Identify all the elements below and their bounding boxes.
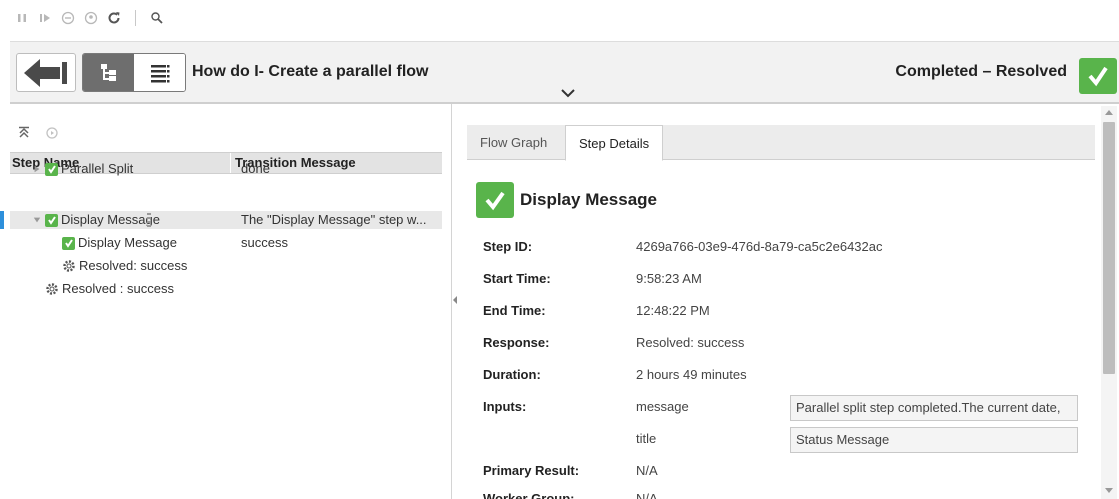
- step-name: Display Message: [61, 212, 160, 227]
- worker-group-label: Worker Group:: [483, 491, 575, 499]
- end-time-label: End Time:: [483, 303, 546, 318]
- scroll-thumb[interactable]: [1103, 122, 1115, 374]
- flow-header: How do I- Create a parallel flow Complet…: [10, 41, 1119, 104]
- tree-tools: [16, 125, 60, 141]
- start-time-value: 9:58:23 AM: [636, 271, 702, 286]
- tree-row-resolved[interactable]: Resolved : success: [10, 280, 442, 298]
- step-header: Display Message: [476, 182, 657, 218]
- duration-value: 2 hours 49 minutes: [636, 367, 747, 382]
- back-button[interactable]: [16, 53, 76, 92]
- primary-result-value: N/A: [636, 463, 658, 478]
- success-check-icon: [45, 213, 58, 227]
- step-name: Resolved: success: [79, 258, 188, 273]
- transition-message: done: [241, 161, 270, 176]
- tree-view-button[interactable]: [83, 54, 134, 91]
- resume-icon[interactable]: [37, 10, 53, 26]
- tree-row-display-message-child[interactable]: Display Message success: [10, 234, 442, 252]
- collapse-all-icon[interactable]: [16, 125, 32, 141]
- end-time-value: 12:48:22 PM: [636, 303, 710, 318]
- input-name: message: [636, 399, 689, 414]
- step-title: Display Message: [520, 190, 658, 209]
- tree-view-icon: [100, 63, 116, 81]
- gear-icon: [45, 282, 59, 296]
- success-check-icon: [62, 236, 75, 250]
- transition-message: The "Display Message" step w...: [241, 212, 427, 227]
- list-view-icon: [150, 64, 169, 82]
- step-id-value: 4269a766-03e9-476d-8a79-ca5c2e6432ac: [636, 239, 883, 254]
- start-time-label: Start Time:: [483, 271, 551, 286]
- step-details-panel: Flow Graph Step Details Display Message …: [467, 125, 1095, 499]
- response-value: Resolved: success: [636, 335, 745, 350]
- list-view-button[interactable]: [134, 54, 185, 91]
- refresh-icon[interactable]: [106, 10, 122, 26]
- view-toggle-group: [82, 53, 186, 92]
- duration-label: Duration:: [483, 367, 541, 382]
- worker-group-value: N/A: [636, 491, 658, 499]
- step-name: Parallel Split: [61, 161, 134, 176]
- back-arrow-icon: [24, 58, 67, 87]
- scroll-up-icon[interactable]: [1105, 110, 1113, 115]
- tree-row-display-message[interactable]: Display Message The "Display Message" st…: [0, 211, 442, 229]
- input-name: title: [636, 431, 657, 446]
- step-success-icon: [476, 182, 514, 218]
- scroll-down-icon[interactable]: [1105, 488, 1113, 493]
- transition-message: success: [241, 235, 288, 250]
- gear-icon: [62, 259, 76, 273]
- toolbar-separator: [135, 10, 136, 26]
- tree-row-resolved-child[interactable]: Resolved: success: [10, 257, 442, 275]
- tab-step-details[interactable]: Step Details: [565, 125, 664, 161]
- step-name: Resolved : success: [62, 281, 174, 296]
- details-tabs: Flow Graph Step Details: [467, 125, 1095, 161]
- sync-icon[interactable]: [44, 125, 60, 141]
- details-scrollbar[interactable]: [1101, 106, 1117, 499]
- flow-title: How do I- Create a parallel flow: [192, 63, 429, 80]
- tab-flow-graph[interactable]: Flow Graph: [467, 125, 560, 160]
- top-toolbar: [0, 0, 1119, 36]
- collapse-panel-icon[interactable]: [452, 294, 458, 306]
- inputs-label: Inputs:: [483, 399, 527, 414]
- collapse-arrow-icon[interactable]: [32, 215, 42, 225]
- input-value-field[interactable]: Parallel split step completed.The curren…: [790, 395, 1078, 421]
- reassign-icon[interactable]: [83, 10, 99, 26]
- success-check-icon: [45, 162, 58, 176]
- expand-arrow-icon[interactable]: [32, 164, 42, 174]
- drill-down-icon[interactable]: [149, 10, 165, 26]
- drag-handle-icon[interactable]: [147, 213, 151, 227]
- step-name: Display Message: [78, 235, 177, 250]
- input-value-field[interactable]: Status Message: [790, 427, 1078, 453]
- step-id-label: Step ID:: [483, 239, 533, 254]
- cancel-icon[interactable]: [60, 10, 76, 26]
- primary-result-label: Primary Result:: [483, 463, 580, 478]
- status-check-icon: [1079, 58, 1117, 94]
- tree-row-parallel-split[interactable]: Parallel Split done: [10, 160, 442, 178]
- flow-status: Completed – Resolved: [895, 63, 1067, 80]
- pause-icon[interactable]: [14, 10, 30, 26]
- chevron-down-icon[interactable]: [560, 87, 576, 99]
- response-label: Response:: [483, 335, 550, 350]
